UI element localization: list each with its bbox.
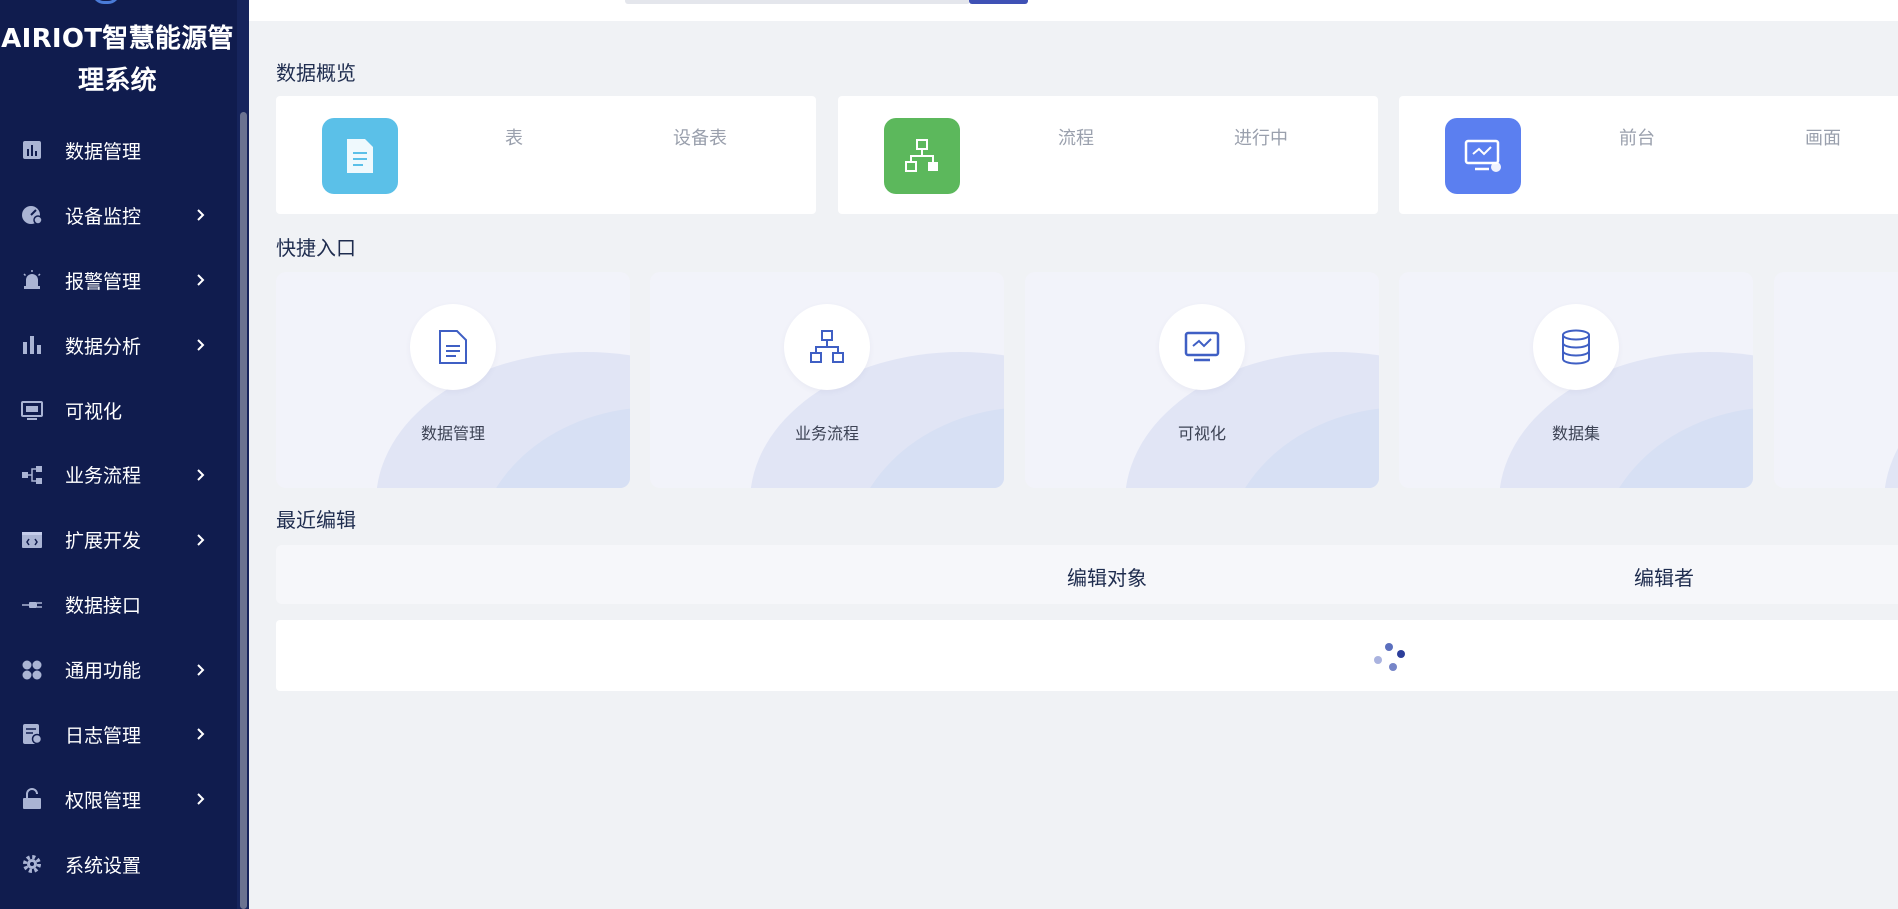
quick-entry-dataset[interactable]: 数据集 <box>1399 272 1753 488</box>
sidebar-item-data-analysis[interactable]: 数据分析 <box>0 313 237 378</box>
chevron-right-icon <box>197 663 205 676</box>
quick-entry-visualization[interactable]: 可视化 <box>1025 272 1379 488</box>
sidebar-item-business-flow[interactable]: 业务流程 <box>0 442 237 507</box>
column-header-object: 编辑对象 <box>1067 566 1147 590</box>
quick-entry-label: 数据集 <box>1551 424 1600 443</box>
sidebar-item-permission-management[interactable]: 权限管理 <box>0 767 237 832</box>
search-input[interactable] <box>625 0 970 4</box>
sidebar-item-label: 报警管理 <box>65 270 142 293</box>
log-icon <box>20 722 44 746</box>
sidebar-item-extension-dev[interactable]: 扩展开发 <box>0 507 237 572</box>
analysis-bars-icon <box>20 333 44 357</box>
document-icon <box>322 118 398 194</box>
quick-entry-data-management[interactable]: 数据管理 <box>276 272 630 488</box>
overview-title: 数据概览 <box>276 61 356 85</box>
overview-label: 画面 <box>1805 128 1841 149</box>
overview-card-flows[interactable]: 流程 进行中 <box>838 96 1378 214</box>
monitor-icon <box>1159 304 1245 390</box>
sidebar: AIRIOT智慧能源管理系统 数据管理 设备监控 报警管理 数据分析 可视化 业… <box>0 0 249 909</box>
quick-entry-title: 快捷入口 <box>276 236 356 260</box>
apps-icon <box>20 658 44 682</box>
overview-label: 设备表 <box>673 128 727 149</box>
flow-chart-icon <box>884 118 960 194</box>
sidebar-item-label: 业务流程 <box>65 465 142 488</box>
loading-spinner-icon <box>1373 643 1405 675</box>
sidebar-item-label: 设备监控 <box>65 205 142 228</box>
screen-icon <box>20 398 44 422</box>
quick-entry-business-flow[interactable]: 业务流程 <box>650 272 1004 488</box>
quick-entry-label: 数据管理 <box>420 424 485 443</box>
quick-entry-label: 业务流程 <box>794 424 859 443</box>
quick-entry-label: 可视化 <box>1177 424 1226 443</box>
sidebar-item-label: 系统设置 <box>65 854 142 877</box>
sidebar-item-system-settings[interactable]: 系统设置 <box>0 832 237 897</box>
chevron-right-icon <box>197 209 205 222</box>
sidebar-item-visualization[interactable]: 可视化 <box>0 378 237 443</box>
sidebar-item-alarm-management[interactable]: 报警管理 <box>0 248 237 313</box>
flow-icon <box>20 463 44 487</box>
logo-icon <box>92 0 120 4</box>
overview-label: 流程 <box>1058 128 1094 149</box>
chevron-right-icon <box>197 274 205 286</box>
sidebar-scrollbar-thumb[interactable] <box>240 112 247 909</box>
column-header-editor: 编辑者 <box>1634 566 1694 590</box>
database-icon <box>1533 304 1619 390</box>
alarm-light-icon <box>20 268 44 292</box>
overview-card-frontend[interactable]: 前台 画面 <box>1399 96 1898 214</box>
recent-edit-title: 最近编辑 <box>276 508 356 532</box>
monitor-gauge-icon <box>20 203 44 227</box>
sidebar-item-label: 数据分析 <box>65 335 142 358</box>
plug-icon <box>20 593 44 617</box>
bar-chart-icon <box>20 138 44 162</box>
sidebar-item-label: 数据管理 <box>65 140 142 163</box>
sidebar-item-data-interface[interactable]: 数据接口 <box>0 572 237 637</box>
sidebar-scrollbar[interactable] <box>237 0 249 909</box>
flow-chart-icon <box>784 304 870 390</box>
chevron-right-icon <box>197 339 205 351</box>
document-icon <box>410 304 496 390</box>
sidebar-item-data-management[interactable]: 数据管理 <box>0 118 237 183</box>
app-title: AIRIOT智慧能源管理系统 <box>1 24 234 96</box>
code-icon <box>20 528 44 552</box>
sidebar-item-label: 通用功能 <box>65 660 142 683</box>
chevron-right-icon <box>197 728 205 741</box>
monitor-icon <box>1445 118 1521 194</box>
chevron-right-icon <box>197 534 205 546</box>
quick-entry-partial[interactable] <box>1774 272 1898 488</box>
sidebar-item-label: 权限管理 <box>65 789 142 812</box>
search-button[interactable] <box>969 0 1028 4</box>
overview-card-tables[interactable]: 表 设备表 <box>276 96 816 214</box>
recent-edit-table-header: 编辑对象 编辑者 <box>276 545 1898 604</box>
chevron-right-icon <box>197 469 205 481</box>
decor-shape <box>1884 352 1898 488</box>
gear-icon <box>20 852 44 876</box>
sidebar-item-label: 可视化 <box>65 400 123 423</box>
overview-label: 前台 <box>1619 128 1655 149</box>
sidebar-item-device-monitor[interactable]: 设备监控 <box>0 183 237 248</box>
sidebar-item-log-management[interactable]: 日志管理 <box>0 702 237 767</box>
top-header <box>249 0 1898 21</box>
overview-label: 进行中 <box>1234 128 1288 149</box>
sidebar-item-common-functions[interactable]: 通用功能 <box>0 637 237 702</box>
sidebar-item-label: 扩展开发 <box>65 530 142 553</box>
recent-edit-table-body <box>276 620 1898 691</box>
sidebar-item-label: 数据接口 <box>65 595 142 618</box>
lock-icon <box>20 787 44 811</box>
sidebar-item-label: 日志管理 <box>65 724 142 747</box>
overview-label: 表 <box>505 128 523 149</box>
chevron-right-icon <box>197 793 205 806</box>
sidebar-menu: 数据管理 设备监控 报警管理 数据分析 可视化 业务流程 扩展开发 数据接口 通… <box>0 118 237 897</box>
